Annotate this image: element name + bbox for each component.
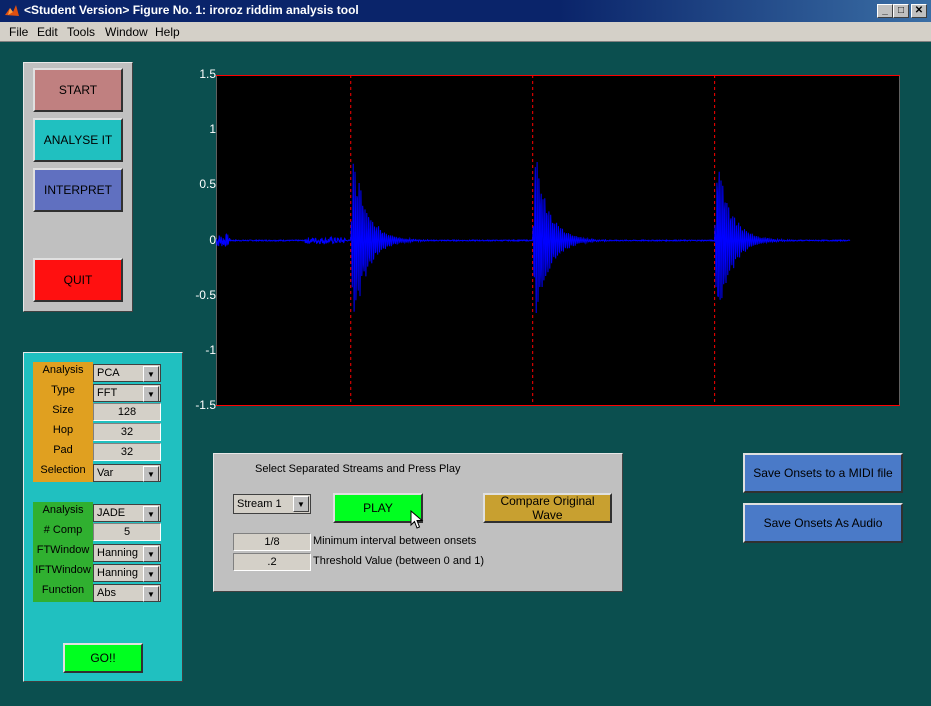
chevron-down-icon: ▼ (143, 366, 159, 382)
stream-value: Stream 1 (237, 498, 282, 510)
selection-label: Selection (40, 464, 86, 476)
hop-label: Hop (52, 424, 74, 436)
type-label: Type (51, 384, 75, 396)
type-value: FFT (97, 387, 118, 399)
title-bar: <Student Version> Figure No. 1: iroroz r… (0, 0, 931, 22)
chevron-down-icon: ▼ (143, 386, 159, 402)
save-midi-button[interactable]: Save Onsets to a MIDI file (743, 453, 903, 493)
ftwindow-label: FTWindow (36, 544, 90, 556)
threshold-input[interactable]: .2 (233, 553, 311, 571)
selection-value: Var (97, 467, 114, 479)
menu-help[interactable]: Help (155, 25, 180, 39)
menu-file[interactable]: File (9, 25, 28, 39)
chevron-down-icon: ▼ (143, 466, 159, 482)
comp-input[interactable]: 5 (93, 523, 161, 541)
analysis2-label: Analysis (42, 504, 84, 516)
analysis2-value: JADE (97, 507, 126, 519)
type-select[interactable]: FFT ▼ (93, 384, 161, 402)
quit-button[interactable]: QUIT (33, 258, 123, 302)
y-tick-label: -1 (205, 342, 216, 357)
iftwindow-select[interactable]: Hanning ▼ (93, 564, 161, 582)
menu-bar: File Edit Tools Window Help (0, 22, 931, 42)
analyse-button[interactable]: ANALYSE IT (33, 118, 123, 162)
minimize-icon: _ (882, 5, 888, 16)
min-interval-label: Minimum interval between onsets (313, 535, 477, 547)
pad-input[interactable]: 32 (93, 443, 161, 461)
close-icon: ✕ (914, 5, 924, 16)
close-button[interactable]: ✕ (911, 4, 927, 18)
size-label: Size (52, 404, 74, 416)
ftwindow-value: Hanning (97, 547, 138, 559)
function-value: Abs (97, 587, 116, 599)
menu-edit[interactable]: Edit (37, 25, 58, 39)
iftwindow-value: Hanning (97, 567, 138, 579)
analysis1-select[interactable]: PCA ▼ (93, 364, 161, 382)
size-input[interactable]: 128 (93, 403, 161, 421)
matlab-icon[interactable] (4, 3, 20, 19)
min-interval-input[interactable]: 1/8 (233, 533, 311, 551)
go-button[interactable]: GO!! (63, 643, 143, 673)
function-label: Function (41, 584, 85, 596)
y-tick-label: 1.5 (199, 67, 216, 81)
stream-panel-heading: Select Separated Streams and Press Play (255, 463, 461, 475)
selection-select[interactable]: Var ▼ (93, 464, 161, 482)
pad-label: Pad (53, 444, 73, 456)
chevron-down-icon: ▼ (143, 586, 159, 602)
chevron-down-icon: ▼ (143, 566, 159, 582)
waveform-plot (216, 75, 900, 406)
menu-tools[interactable]: Tools (67, 25, 95, 39)
y-axis-labels: 1.5 1 0.5 0 -0.5 -1 -1.5 (186, 67, 216, 412)
menu-window[interactable]: Window (105, 25, 148, 39)
save-audio-button[interactable]: Save Onsets As Audio (743, 503, 903, 543)
analysis1-label: Analysis (42, 364, 84, 376)
chevron-down-icon: ▼ (293, 496, 309, 512)
maximize-button[interactable]: □ (893, 4, 909, 18)
y-tick-label: -1.5 (195, 398, 216, 412)
chevron-down-icon: ▼ (143, 506, 159, 522)
interpret-button[interactable]: INTERPRET (33, 168, 123, 212)
maximize-icon: □ (897, 5, 905, 16)
threshold-label: Threshold Value (between 0 and 1) (313, 555, 485, 567)
y-tick-label: 0.5 (199, 177, 216, 192)
window-title: <Student Version> Figure No. 1: iroroz r… (24, 3, 359, 17)
y-tick-label: -0.5 (195, 287, 216, 302)
y-tick-label: 0 (209, 232, 216, 247)
start-button[interactable]: START (33, 68, 123, 112)
function-select[interactable]: Abs ▼ (93, 584, 161, 602)
comp-label: # Comp (43, 524, 83, 536)
iftwindow-label: IFTWindow (35, 564, 91, 576)
mouse-cursor-icon (410, 510, 424, 529)
compare-original-wave-button[interactable]: Compare Original Wave (483, 493, 612, 523)
hop-input[interactable]: 32 (93, 423, 161, 441)
ftwindow-select[interactable]: Hanning ▼ (93, 544, 161, 562)
y-tick-label: 1 (209, 122, 216, 137)
analysis2-select[interactable]: JADE ▼ (93, 504, 161, 522)
chevron-down-icon: ▼ (143, 546, 159, 562)
minimize-button[interactable]: _ (877, 4, 893, 18)
analysis1-value: PCA (97, 367, 120, 379)
stream-select[interactable]: Stream 1 ▼ (233, 494, 311, 514)
